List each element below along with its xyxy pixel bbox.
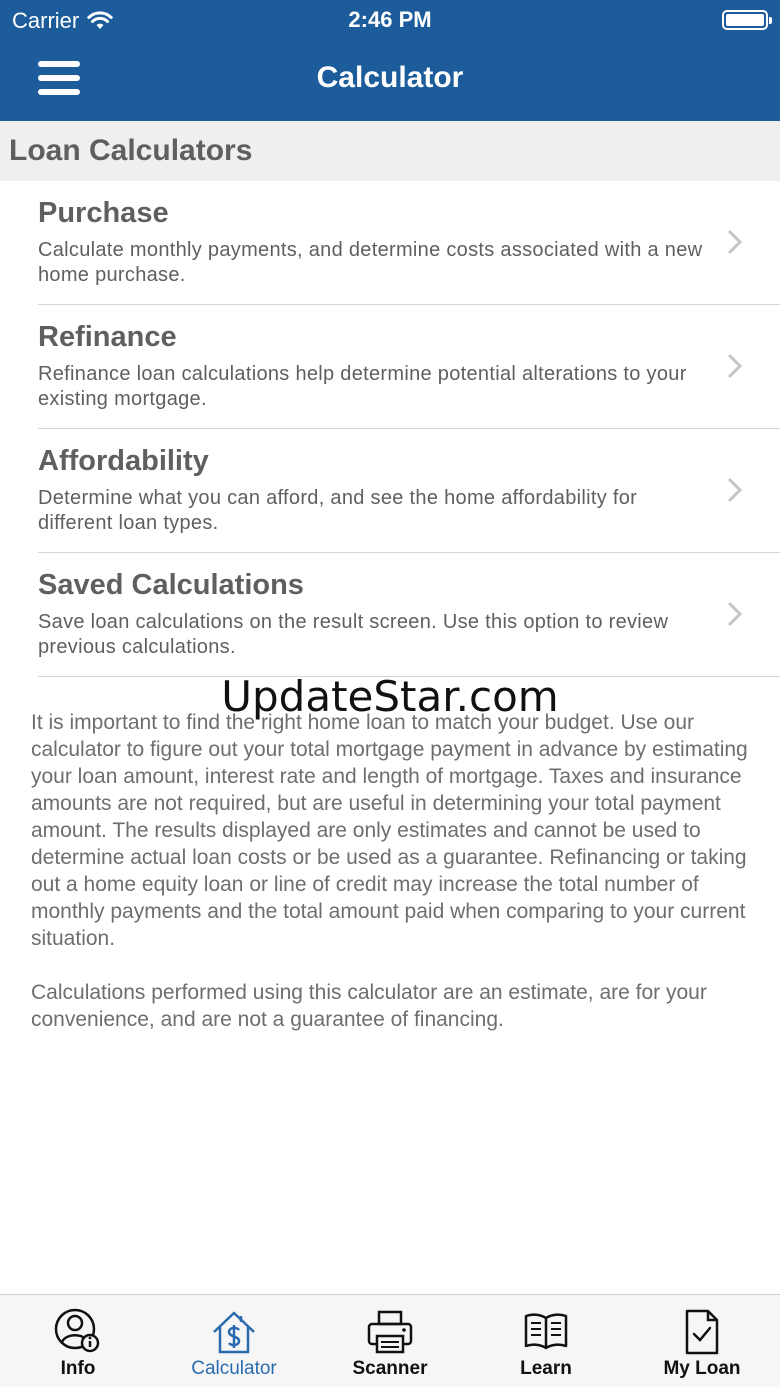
- disclaimer-paragraph: It is important to find the right home l…: [31, 711, 748, 950]
- item-title: Refinance: [38, 321, 177, 353]
- calculator-list: Purchase Calculate monthly payments, and…: [0, 181, 780, 677]
- chevron-right-icon: [728, 230, 743, 254]
- tab-label: Info: [60, 1358, 96, 1379]
- printer-icon: [367, 1310, 413, 1354]
- list-item-refinance[interactable]: Refinance Refinance loan calculations he…: [0, 305, 780, 429]
- item-description: Refinance loan calculations help determi…: [38, 363, 687, 410]
- chevron-right-icon: [728, 354, 743, 378]
- disclaimer-paragraph: Calculations performed using this calcul…: [31, 981, 707, 1031]
- battery-icon: [722, 10, 772, 30]
- user-info-icon: [54, 1308, 100, 1353]
- item-description: Save loan calculations on the result scr…: [38, 611, 669, 658]
- list-item-saved-calculations[interactable]: Saved Calculations Save loan calculation…: [0, 553, 780, 677]
- status-time: 2:46 PM: [348, 7, 432, 32]
- tab-my-loan[interactable]: My Loan: [624, 1295, 780, 1387]
- tab-calculator[interactable]: Calculator: [156, 1295, 312, 1387]
- chevron-right-icon: [728, 478, 743, 502]
- status-bar: Carrier 2:46 PM: [0, 0, 780, 40]
- chevron-right-icon: [728, 602, 743, 626]
- tab-label: Calculator: [191, 1358, 277, 1379]
- document-check-icon: [685, 1309, 719, 1355]
- item-title: Saved Calculations: [38, 569, 304, 601]
- item-title: Purchase: [38, 197, 169, 229]
- tab-label: Learn: [520, 1358, 572, 1379]
- tab-label: My Loan: [663, 1358, 741, 1379]
- tab-learn[interactable]: Learn: [468, 1295, 624, 1387]
- disclaimer-text: It is important to find the right home l…: [31, 709, 751, 1033]
- list-item-affordability[interactable]: Affordability Determine what you can aff…: [0, 429, 780, 553]
- item-title: Affordability: [38, 445, 209, 477]
- tab-info[interactable]: Info: [0, 1295, 156, 1387]
- item-description: Determine what you can afford, and see t…: [38, 487, 638, 534]
- tab-bar: Info Calculator Scanner Learn My Loan: [0, 1294, 780, 1387]
- tab-label: Scanner: [352, 1358, 428, 1379]
- item-description: Calculate monthly payments, and determin…: [38, 239, 703, 286]
- navigation-bar: Carrier 2:46 PM Calculator: [0, 0, 780, 121]
- book-icon: [524, 1313, 568, 1350]
- page-title: Calculator: [316, 61, 464, 94]
- house-dollar-icon: [213, 1311, 255, 1354]
- tab-scanner[interactable]: Scanner: [312, 1295, 468, 1387]
- section-header: Loan Calculators: [0, 121, 780, 181]
- list-item-purchase[interactable]: Purchase Calculate monthly payments, and…: [0, 181, 780, 305]
